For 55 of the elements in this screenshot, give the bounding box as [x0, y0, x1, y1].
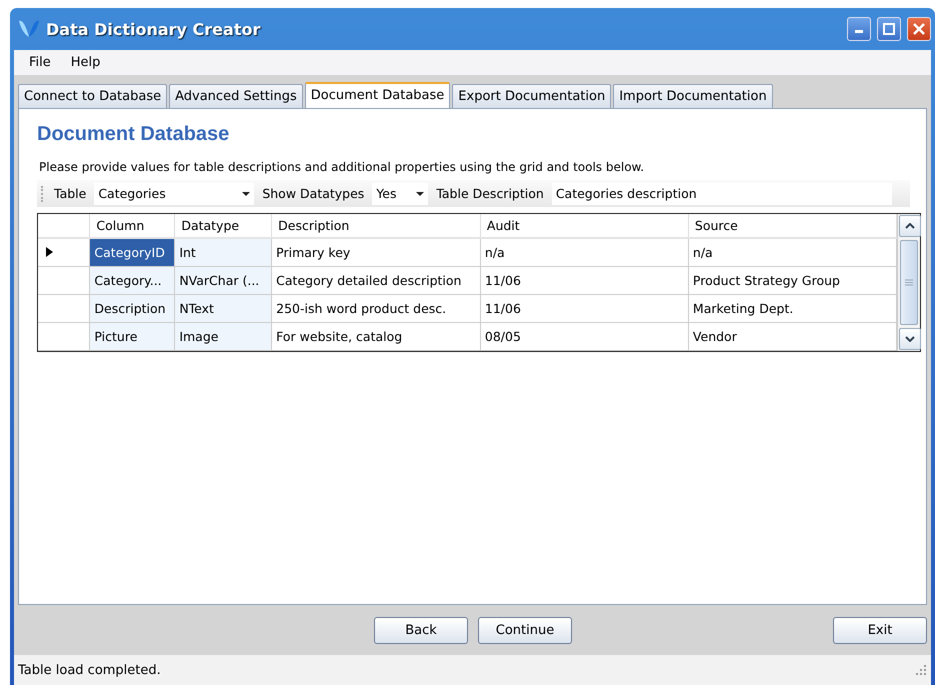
menu-item[interactable]: File — [22, 53, 58, 72]
window-title: Data Dictionary Creator — [46, 20, 262, 38]
table-cell[interactable]: Category... — [90, 266, 175, 294]
table-cell[interactable]: Category detailed description — [272, 266, 480, 294]
table-cell[interactable]: Product Strategy Group — [688, 266, 896, 294]
table-cell[interactable]: Int — [174, 238, 272, 266]
dialog-button[interactable]: Continue — [478, 616, 572, 644]
dialog-button[interactable]: Exit — [833, 616, 927, 644]
scroll-down-icon[interactable] — [899, 328, 921, 350]
table-cell[interactable]: Marketing Dept. — [688, 294, 896, 322]
dropdown[interactable]: Categories — [94, 182, 254, 204]
table-cell[interactable]: Description — [90, 294, 175, 322]
table-cell[interactable]: NText — [174, 294, 272, 322]
close-icon — [913, 23, 925, 35]
scroll-up-icon[interactable] — [899, 215, 921, 237]
tab[interactable]: Advanced Settings — [169, 84, 303, 108]
column-header[interactable]: Source — [688, 214, 896, 238]
table-cell[interactable]: NVarChar (... — [174, 266, 272, 294]
table-cell[interactable]: 250-ish word product desc. — [272, 294, 480, 322]
caret-icon — [242, 192, 250, 196]
table-cell[interactable]: Primary key — [272, 238, 480, 266]
app-logo-icon — [18, 19, 40, 39]
table-cell[interactable]: n/a — [480, 238, 688, 266]
tab[interactable]: Document Database — [304, 82, 450, 108]
tab[interactable]: Connect to Database — [18, 84, 168, 108]
caret-icon — [416, 192, 424, 196]
table-cell[interactable]: CategoryID — [90, 238, 175, 266]
table-cell[interactable]: 08/05 — [480, 322, 688, 350]
tab[interactable]: Export Documentation — [452, 84, 612, 108]
maximize-icon — [883, 23, 895, 35]
table-cell[interactable]: 11/06 — [480, 294, 688, 322]
page-heading: Document Database — [37, 123, 230, 146]
scrollbar-thumb[interactable] — [900, 240, 918, 325]
table-cell[interactable]: n/a — [688, 238, 896, 266]
table-cell[interactable]: Image — [174, 322, 272, 350]
column-header[interactable]: Audit — [480, 214, 688, 238]
input-field[interactable]: Categories description — [552, 182, 892, 204]
menu-item[interactable]: Help — [64, 53, 108, 72]
resize-grip-icon[interactable] — [915, 664, 927, 676]
minimize-button[interactable] — [847, 17, 871, 41]
dialog-button[interactable]: Back — [374, 616, 468, 644]
table-cell[interactable]: 11/06 — [480, 266, 688, 294]
table-cell[interactable]: Picture — [90, 322, 175, 350]
table-cell[interactable]: For website, catalog — [272, 322, 480, 350]
maximize-button[interactable] — [877, 17, 901, 41]
status-text: Table load completed. — [18, 662, 161, 678]
tab[interactable]: Import Documentation — [613, 84, 773, 108]
field-label: Table — [53, 186, 88, 201]
field-label: Show Datatypes — [261, 186, 366, 201]
table-cell[interactable]: Vendor — [688, 322, 896, 350]
field-label: Table Description — [435, 186, 545, 201]
close-button[interactable] — [907, 17, 931, 41]
dropdown[interactable]: Yes — [372, 182, 428, 204]
column-header[interactable]: Description — [272, 214, 480, 238]
instructions-text: Please provide values for table descriptions and additional properties using the grid and tools below. — [39, 160, 646, 174]
